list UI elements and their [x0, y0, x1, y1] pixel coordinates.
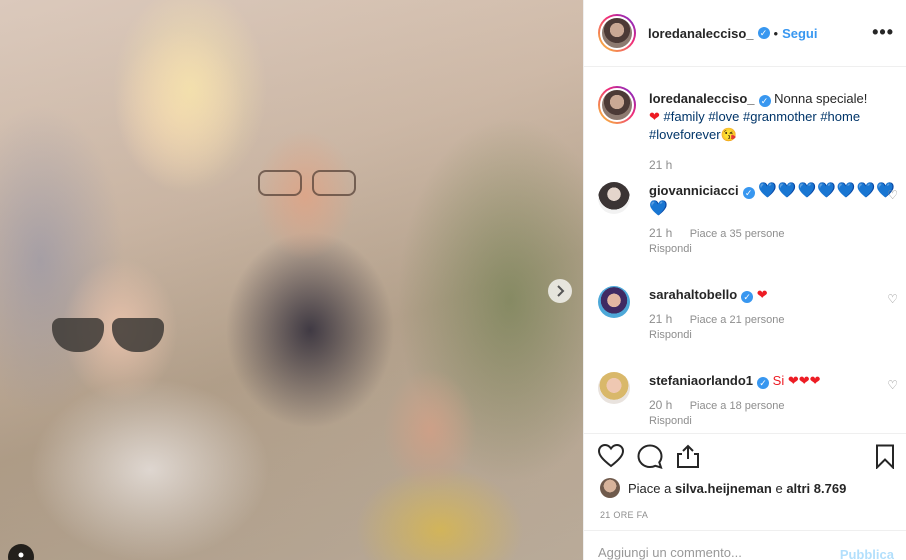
caption: loredanalecciso_ ✓ Nonna speciale! ❤ #fam…	[598, 86, 898, 172]
photo-shade	[0, 0, 583, 560]
publish-button[interactable]: Pubblica	[840, 547, 894, 560]
verified-badge-icon: ✓	[757, 377, 770, 389]
likes-others[interactable]: altri 8.769	[786, 481, 846, 496]
heart-outline-icon[interactable]: ♡	[887, 188, 898, 202]
likes-connector: e	[775, 480, 783, 496]
comment-username[interactable]: giovanniciacci	[649, 183, 739, 198]
commenter-avatar[interactable]	[598, 372, 630, 404]
caption-avatar[interactable]	[598, 86, 636, 124]
comment-body: sarahaltobello ✓ ❤	[649, 286, 898, 304]
comment-body: giovanniciacci ✓ 💙💙💙💙💙💙💙💙	[649, 182, 898, 218]
add-comment-bar: Pubblica	[584, 530, 906, 560]
author-avatar[interactable]	[598, 14, 636, 52]
caption-hashtags[interactable]: #family #love #granmother #home #lovefor…	[649, 109, 860, 142]
comment-meta: 21 h Piace a 35 persone Rispondi	[649, 226, 898, 257]
comment-icon[interactable]	[637, 444, 663, 469]
heart-outline-icon[interactable]: ♡	[887, 292, 898, 306]
comment-username[interactable]: stefaniaorlando1	[649, 373, 753, 388]
commenter-avatar[interactable]	[598, 182, 630, 214]
comment-text: Si ❤❤❤	[772, 373, 821, 388]
caption-time[interactable]: 21 h	[649, 158, 898, 172]
comment-input[interactable]	[598, 545, 818, 560]
comment-username[interactable]: sarahaltobello	[649, 287, 737, 302]
likes-prefix: Piace a	[628, 480, 672, 496]
comment-time[interactable]: 20 h	[649, 398, 672, 412]
caption-text: loredanalecciso_ ✓ Nonna speciale! ❤ #fam…	[649, 86, 898, 144]
liker-avatar[interactable]	[600, 478, 620, 498]
comment-text: ❤	[756, 287, 768, 302]
comment-likes[interactable]: Piace a 18 persone	[690, 400, 785, 412]
post-actions	[584, 433, 906, 478]
post-sidebar: loredanalecciso_ ✓ • Segui ••• loredanal…	[583, 0, 906, 560]
comment: stefaniaorlando1 ✓ Si ❤❤❤ 20 h Piace a 18…	[598, 372, 898, 429]
post-timestamp[interactable]: 21 ORE FA	[600, 510, 648, 520]
comment-body: stefaniaorlando1 ✓ Si ❤❤❤	[649, 372, 898, 390]
red-heart-emoji: ❤	[649, 109, 660, 124]
heart-outline-icon[interactable]: ♡	[887, 378, 898, 392]
next-photo-button[interactable]	[548, 279, 572, 303]
reply-button[interactable]: Rispondi	[649, 414, 898, 429]
post-photo[interactable]	[0, 0, 583, 560]
bookmark-icon[interactable]	[875, 444, 895, 469]
comment: sarahaltobello ✓ ❤ 21 h Piace a 21 person…	[598, 286, 898, 343]
chevron-right-icon	[557, 285, 565, 297]
comment-likes[interactable]: Piace a 35 persone	[690, 228, 785, 240]
comment: giovanniciacci ✓ 💙💙💙💙💙💙💙💙 21 h Piace a 35…	[598, 182, 898, 257]
user-tag-icon	[18, 552, 24, 560]
comment-time[interactable]: 21 h	[649, 226, 672, 240]
follow-button[interactable]: Segui	[782, 26, 817, 41]
verified-badge-icon: ✓	[758, 95, 771, 107]
verified-badge-icon: ✓	[741, 291, 754, 303]
sunglasses-shape	[48, 318, 166, 354]
heart-outline-icon[interactable]	[598, 444, 624, 468]
comment-time[interactable]: 21 h	[649, 312, 672, 326]
reply-button[interactable]: Rispondi	[649, 242, 898, 257]
share-icon[interactable]	[676, 444, 700, 469]
more-options-icon[interactable]: •••	[872, 22, 894, 43]
verified-badge-icon: ✓	[757, 27, 770, 39]
author-username[interactable]: loredanalecciso_	[648, 26, 754, 41]
kiss-emoji: 😘	[720, 127, 737, 142]
comment-meta: 20 h Piace a 18 persone Rispondi	[649, 398, 898, 429]
header-separator: •	[773, 25, 779, 41]
caption-body: Nonna speciale!	[774, 91, 868, 106]
caption-username[interactable]: loredanalecciso_	[649, 91, 755, 106]
eyeglasses-shape	[258, 170, 358, 198]
comment-meta: 21 h Piace a 21 persone Rispondi	[649, 312, 898, 343]
likes-first-user[interactable]: silva.heijneman	[675, 481, 772, 496]
comment-likes[interactable]: Piace a 21 persone	[690, 314, 785, 326]
verified-badge-icon: ✓	[742, 187, 755, 199]
reply-button[interactable]: Rispondi	[649, 328, 898, 343]
post-header: loredanalecciso_ ✓ • Segui •••	[584, 0, 906, 67]
likes-summary[interactable]: Piace a silva.heijneman e altri 8.769	[600, 478, 846, 498]
comments-section: loredanalecciso_ ✓ Nonna speciale! ❤ #fam…	[584, 68, 906, 432]
commenter-avatar[interactable]	[598, 286, 630, 318]
